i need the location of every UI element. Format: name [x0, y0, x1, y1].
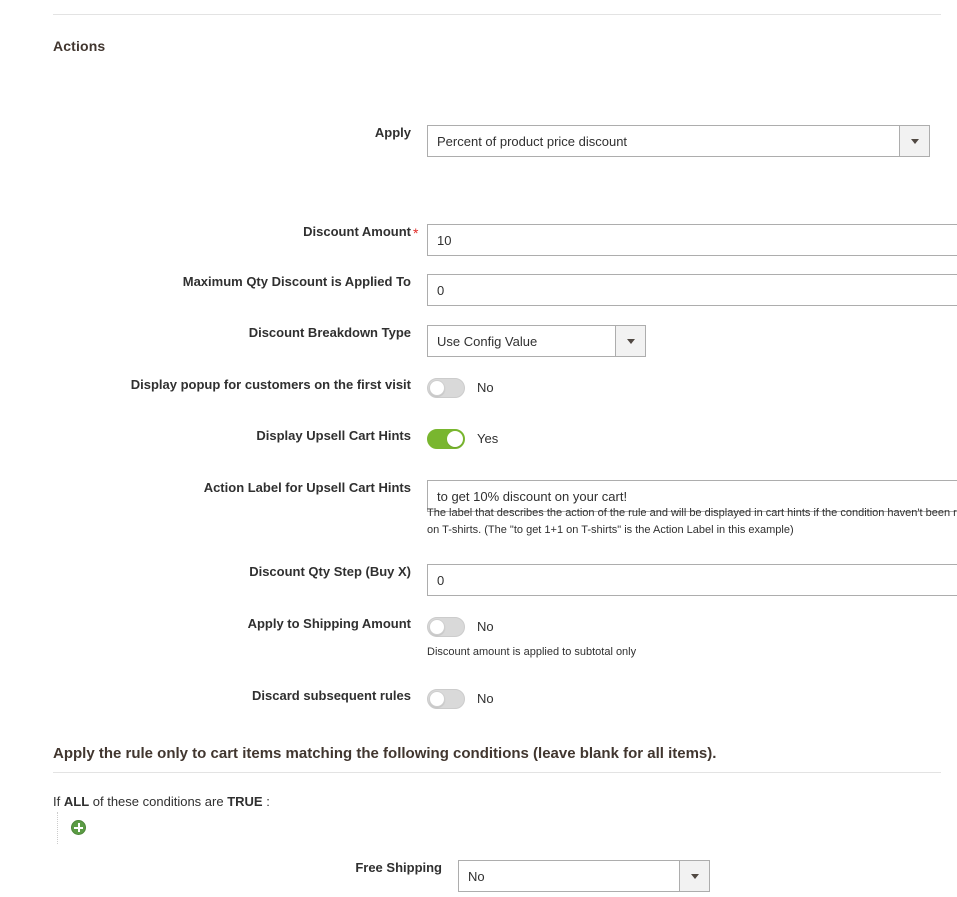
- plus-circle-icon[interactable]: [71, 820, 86, 835]
- breakdown-type-control: Use Config Value: [427, 325, 646, 357]
- field-label-breakdown-type: Discount Breakdown Type: [248, 325, 411, 340]
- upsell-hints-toggle-wrap: Yes: [427, 428, 498, 450]
- popup-first-visit-toggle-wrap: No: [427, 377, 494, 399]
- chevron-down-icon[interactable]: [679, 861, 709, 891]
- field-label-popup-first-visit: Display popup for customers on the first…: [130, 377, 411, 392]
- discard-subsequent-control: No: [427, 688, 494, 710]
- chevron-down-icon[interactable]: [899, 126, 929, 156]
- conditions-sentence-mid: of these conditions are: [92, 794, 224, 809]
- field-label-apply-shipping: Apply to Shipping Amount: [247, 616, 411, 631]
- free-shipping-select[interactable]: No: [458, 860, 710, 892]
- max-qty-input[interactable]: [427, 274, 957, 306]
- qty-step-input[interactable]: [427, 564, 957, 596]
- upsell-hints-toggle[interactable]: [427, 429, 465, 449]
- toggle-knob: [429, 619, 445, 635]
- apply-select[interactable]: Percent of product price discount: [427, 125, 930, 157]
- apply-shipping-note: Discount amount is applied to subtotal o…: [427, 646, 637, 658]
- apply-shipping-toggle-wrap: No: [427, 616, 494, 638]
- action-label-note-line1: The label that describes the action of t…: [427, 507, 957, 519]
- field-label-discount-amount: Discount Amount: [303, 224, 411, 239]
- conditions-heading: Apply the rule only to cart items matchi…: [53, 745, 717, 762]
- conditions-value[interactable]: TRUE: [227, 794, 262, 809]
- field-label-upsell-hints: Display Upsell Cart Hints: [256, 428, 411, 443]
- apply-select-value: Percent of product price discount: [437, 133, 628, 149]
- discard-subsequent-toggle[interactable]: [427, 689, 465, 709]
- toggle-knob: [429, 380, 445, 396]
- conditions-sentence-colon: :: [266, 794, 270, 809]
- free-shipping-control: No: [458, 860, 710, 892]
- breakdown-type-select-value: Use Config Value: [437, 333, 538, 349]
- discard-subsequent-toggle-wrap: No: [427, 688, 494, 710]
- discount-amount-input[interactable]: [427, 224, 957, 256]
- discard-subsequent-state: No: [477, 691, 494, 706]
- apply-shipping-state: No: [477, 619, 494, 634]
- plus-vertical-bar: [77, 823, 80, 832]
- field-label-max-qty: Maximum Qty Discount is Applied To: [182, 274, 411, 289]
- action-label-note-line2: on T-shirts. (The "to get 1+1 on T-shirt…: [427, 524, 794, 536]
- qty-step-control: [427, 564, 957, 596]
- apply-shipping-toggle[interactable]: [427, 617, 465, 637]
- apply-control: Percent of product price discount: [427, 125, 930, 157]
- toggle-knob: [447, 431, 463, 447]
- conditions-sentence: If ALL of these conditions are TRUE :: [53, 794, 270, 810]
- max-qty-control: [427, 274, 957, 306]
- field-label-qty-step: Discount Qty Step (Buy X): [249, 564, 411, 579]
- conditions-aggregator[interactable]: ALL: [64, 794, 89, 809]
- field-label-free-shipping: Free Shipping: [355, 860, 442, 875]
- top-divider: [53, 14, 941, 15]
- conditions-divider: [53, 772, 941, 773]
- chevron-down-icon[interactable]: [615, 326, 645, 356]
- conditions-sentence-if: If: [53, 794, 61, 809]
- upsell-hints-control: Yes: [427, 428, 498, 450]
- toggle-knob: [429, 691, 445, 707]
- field-label-discard-subsequent: Discard subsequent rules: [252, 688, 411, 703]
- field-label-action-label: Action Label for Upsell Cart Hints: [203, 480, 411, 495]
- upsell-hints-state: Yes: [477, 431, 499, 446]
- popup-first-visit-state: No: [477, 380, 494, 395]
- free-shipping-select-value: No: [468, 868, 485, 884]
- actions-form-page: Actions Apply Percent of product price d…: [0, 0, 957, 897]
- apply-shipping-control: No: [427, 616, 494, 638]
- required-marker-discount-amount: *: [413, 225, 419, 241]
- field-label-apply: Apply: [374, 125, 411, 140]
- page-title: Actions: [53, 38, 106, 54]
- popup-first-visit-toggle[interactable]: [427, 378, 465, 398]
- breakdown-type-select[interactable]: Use Config Value: [427, 325, 646, 357]
- discount-amount-control: [427, 224, 957, 256]
- popup-first-visit-control: No: [427, 377, 494, 399]
